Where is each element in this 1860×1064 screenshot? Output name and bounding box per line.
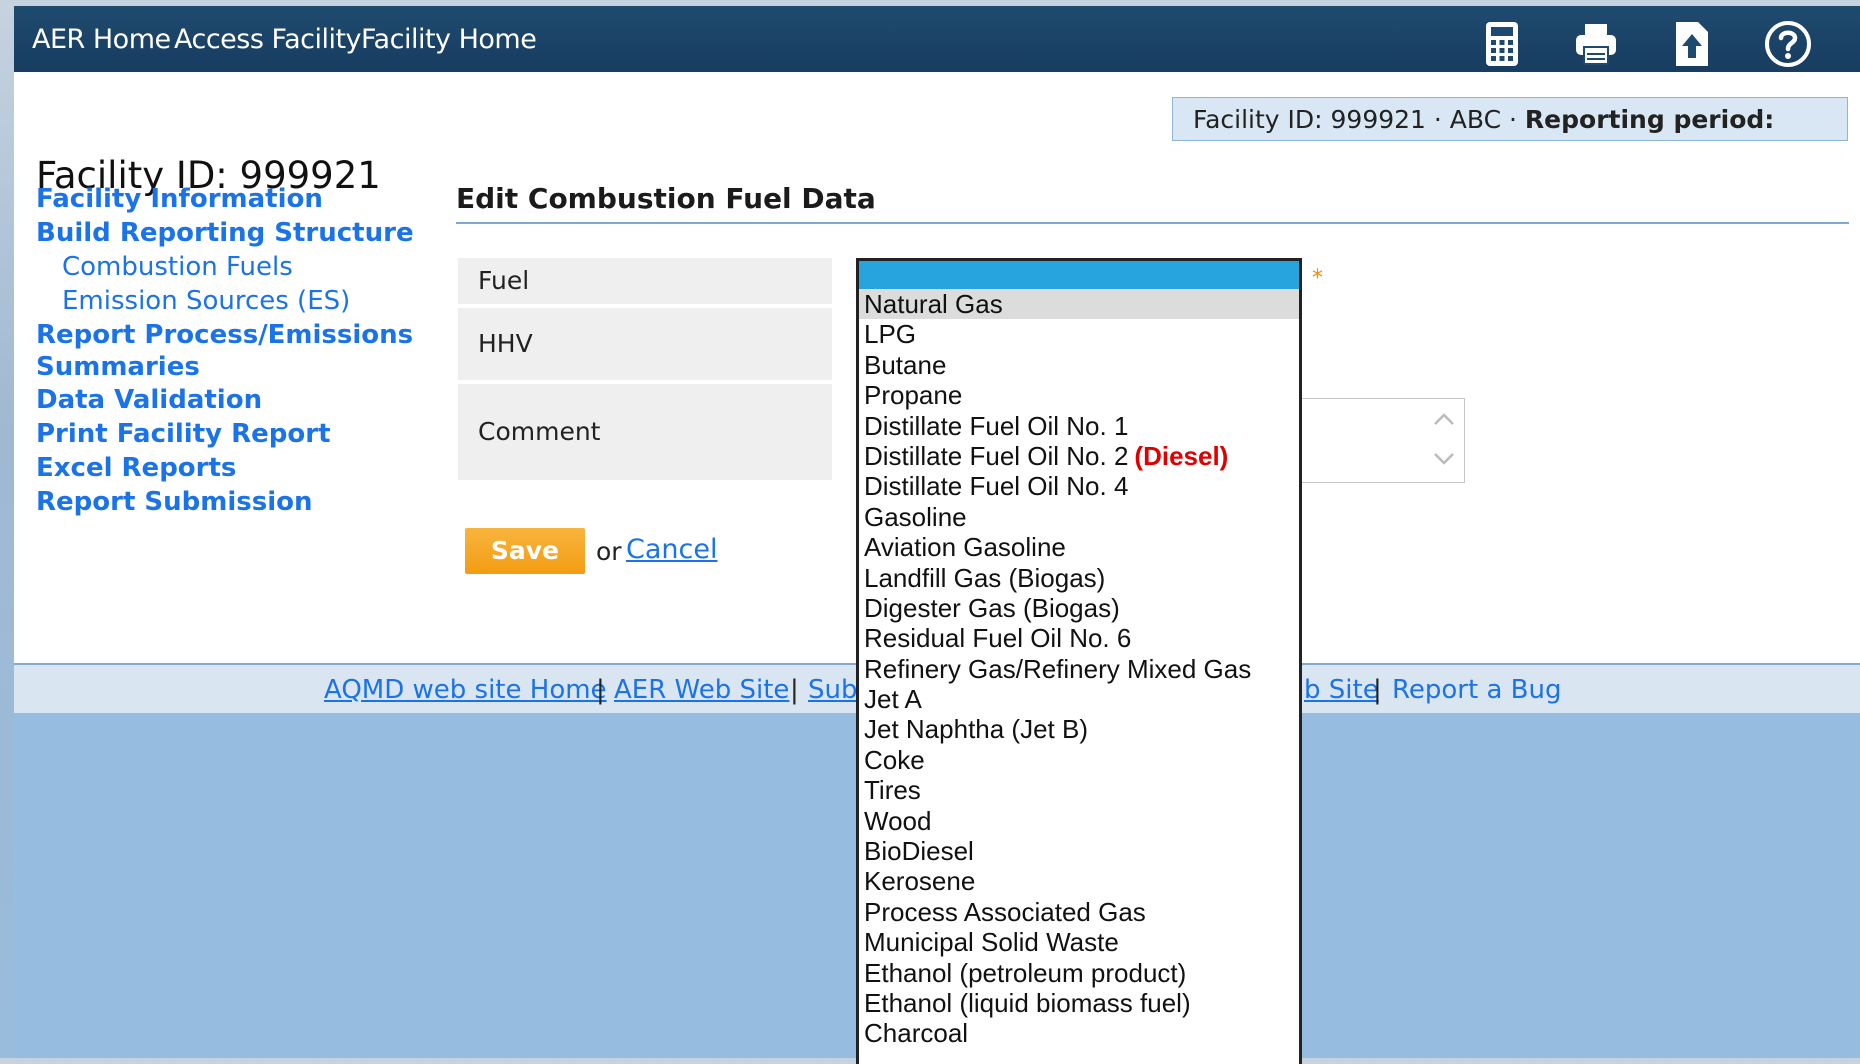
fuel-option[interactable]: Gasoline — [859, 502, 1299, 532]
fuel-option[interactable]: Kerosene — [859, 866, 1299, 896]
printer-icon[interactable] — [1572, 20, 1620, 68]
help-icon[interactable] — [1764, 20, 1812, 68]
fuel-option[interactable]: Refinery Gas/Refinery Mixed Gas — [859, 654, 1299, 684]
nav-aer-home[interactable]: AER Home — [32, 24, 171, 55]
sidebar-item-data-validation[interactable]: Data Validation — [36, 385, 262, 415]
fuel-option-label: Jet Naphtha (Jet B) — [864, 714, 1088, 745]
fuel-option[interactable]: Propane — [859, 380, 1299, 410]
fuel-option-label: Aviation Gasoline — [864, 532, 1066, 563]
fuel-option[interactable]: Jet A — [859, 684, 1299, 714]
fuel-option[interactable]: Natural Gas — [859, 289, 1299, 320]
scroll-up-icon[interactable] — [1432, 411, 1456, 427]
fuel-select-dropdown[interactable]: Natural Gas LPG Butane Propane Distillate Fu… — [856, 258, 1302, 1064]
save-button[interactable]: Save — [465, 528, 585, 574]
fuel-option[interactable]: Wood — [859, 806, 1299, 836]
fuel-option-label: Distillate Fuel Oil No. 2 — [864, 440, 1129, 471]
fuel-option[interactable]: Aviation Gasoline — [859, 532, 1299, 562]
fuel-option[interactable]: Residual Fuel Oil No. 6 — [859, 623, 1299, 653]
fuel-option-label: Ethanol (petroleum product) — [864, 957, 1187, 988]
fuel-option[interactable]: Distillate Fuel Oil No. 1 — [859, 411, 1299, 441]
fuel-option-label: Butane — [864, 349, 947, 380]
top-nav-bar: AER Home Access Facility Facility Home — [14, 6, 1860, 72]
comment-textarea[interactable] — [1300, 398, 1465, 483]
hhv-label: HHV — [458, 308, 832, 380]
fuel-option[interactable]: Tires — [859, 775, 1299, 805]
comment-label: Comment — [458, 384, 832, 480]
facility-banner: Facility ID: 999921 · ABC · Reporting pe… — [1172, 97, 1848, 141]
fuel-option-label: Process Associated Gas — [864, 896, 1146, 927]
fuel-option[interactable]: Distillate Fuel Oil No. 2 (Diesel) — [859, 441, 1299, 471]
form-heading: Edit Combustion Fuel Data — [456, 182, 876, 215]
footer-separator: | — [596, 675, 605, 705]
fuel-option-label: Tires — [864, 775, 921, 806]
sidebar-item-report-submission[interactable]: Report Submission — [36, 487, 313, 517]
sidebar-item-emission-sources[interactable]: Emission Sources (ES) — [62, 286, 350, 316]
nav-access-facility[interactable]: Access Facility — [174, 24, 362, 55]
fuel-option-label: Ethanol (liquid biomass fuel) — [864, 987, 1191, 1018]
fuel-option-label: Propane — [864, 380, 963, 411]
fuel-option-label: Coke — [864, 744, 925, 775]
fuel-option-label: Natural Gas — [864, 289, 1003, 319]
footer-aqmd-home-link[interactable]: AQMD web site Home — [324, 675, 607, 705]
fuel-option-label: Landfill Gas (Biogas) — [864, 562, 1106, 593]
fuel-option[interactable]: Jet Naphtha (Jet B) — [859, 714, 1299, 744]
footer-separator: | — [1373, 675, 1382, 705]
fuel-option-label: Municipal Solid Waste — [864, 927, 1119, 958]
footer-web-site-link[interactable]: b Site — [1304, 675, 1379, 705]
fuel-option-label: Charcoal — [864, 1018, 969, 1049]
sidebar-item-report-process-emissions[interactable]: Report Process/Emissions — [36, 320, 413, 350]
sidebar-item-print-facility-report[interactable]: Print Facility Report — [36, 419, 331, 449]
calculator-icon[interactable] — [1478, 20, 1526, 68]
reporting-period-label: Reporting period: — [1524, 105, 1775, 134]
fuel-select-current[interactable] — [859, 261, 1299, 289]
fuel-option-label: Kerosene — [864, 866, 976, 897]
fuel-option-label: Jet A — [864, 684, 922, 715]
fuel-option[interactable]: Process Associated Gas — [859, 897, 1299, 927]
fuel-option-label: Digester Gas (Biogas) — [864, 592, 1120, 623]
fuel-option[interactable]: Butane — [859, 350, 1299, 380]
fuel-option[interactable]: Distillate Fuel Oil No. 4 — [859, 471, 1299, 501]
scroll-down-icon[interactable] — [1432, 451, 1456, 467]
fuel-options-list: Natural Gas LPG Butane Propane Distillate Fu… — [859, 289, 1299, 1049]
or-text: or — [596, 537, 622, 566]
sidebar-item-summaries[interactable]: Summaries — [36, 352, 200, 382]
fuel-option[interactable]: Ethanol (petroleum product) — [859, 958, 1299, 988]
fuel-option-label: BioDiesel — [864, 836, 974, 867]
fuel-option[interactable]: LPG — [859, 319, 1299, 349]
fuel-option-label: Distillate Fuel Oil No. 4 — [864, 471, 1129, 502]
fuel-option[interactable]: BioDiesel — [859, 836, 1299, 866]
diesel-annotation: (Diesel) — [1134, 440, 1229, 471]
footer-report-bug-link[interactable]: Report a Bug — [1392, 675, 1561, 705]
fuel-option[interactable]: Digester Gas (Biogas) — [859, 593, 1299, 623]
sidebar-item-excel-reports[interactable]: Excel Reports — [36, 453, 236, 483]
fuel-option-label: Wood — [864, 805, 932, 836]
nav-facility-home[interactable]: Facility Home — [361, 24, 537, 55]
fuel-option-label: Refinery Gas/Refinery Mixed Gas — [864, 653, 1252, 684]
fuel-option[interactable]: Coke — [859, 745, 1299, 775]
cancel-link[interactable]: Cancel — [626, 534, 717, 565]
fuel-option[interactable]: Landfill Gas (Biogas) — [859, 563, 1299, 593]
footer-aer-web-site-link[interactable]: AER Web Site — [614, 675, 789, 705]
sidebar-item-build-reporting-structure[interactable]: Build Reporting Structure — [36, 218, 414, 248]
fuel-label: Fuel — [458, 258, 832, 304]
heading-divider — [456, 222, 1849, 224]
fuel-option[interactable]: Municipal Solid Waste — [859, 927, 1299, 957]
fuel-option-label: Gasoline — [864, 501, 967, 532]
fuel-option-label: LPG — [864, 319, 917, 350]
app-window: AER Home Access Facility Facility Home F… — [14, 6, 1860, 1064]
sidebar-item-facility-information[interactable]: Facility Information — [36, 184, 323, 214]
footer-separator: | — [790, 675, 799, 705]
fuel-option-label: Residual Fuel Oil No. 6 — [864, 623, 1132, 654]
required-marker: * — [1312, 266, 1323, 291]
facility-banner-text: Facility ID: 999921 · ABC · — [1193, 105, 1525, 134]
sidebar-item-combustion-fuels[interactable]: Combustion Fuels — [62, 252, 293, 282]
fuel-option[interactable]: Charcoal — [859, 1018, 1299, 1048]
upload-file-icon[interactable] — [1668, 20, 1716, 68]
fuel-option[interactable]: Ethanol (liquid biomass fuel) — [859, 988, 1299, 1018]
fuel-option-label: Distillate Fuel Oil No. 1 — [864, 410, 1129, 441]
footer-submission-link[interactable]: Sub — [808, 675, 858, 705]
